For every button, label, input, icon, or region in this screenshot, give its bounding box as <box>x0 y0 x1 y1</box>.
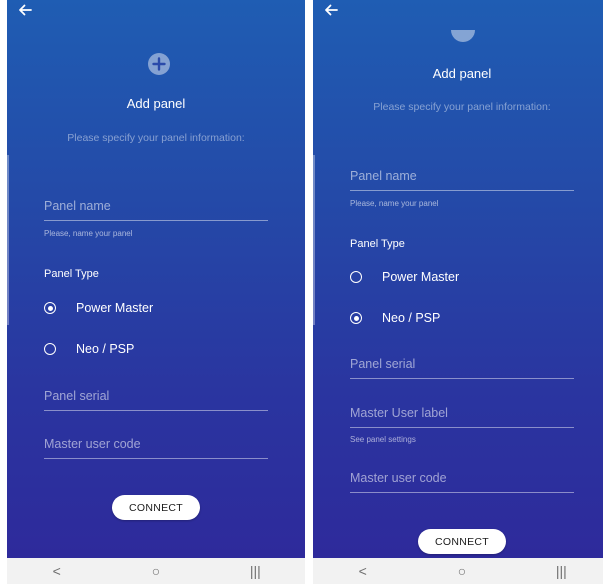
radio-label: Power Master <box>76 301 154 315</box>
android-nav-bar: < ○ ||| <box>7 558 305 584</box>
page-title: Add panel <box>126 96 186 111</box>
arrow-left-icon[interactable] <box>17 2 33 18</box>
panel-type-label: Panel Type <box>44 268 99 280</box>
panel-serial-input[interactable] <box>44 384 268 408</box>
add-panel-screen-left: Add panel Please specify your panel info… <box>7 0 305 558</box>
master-user-label-input[interactable] <box>350 401 574 425</box>
radio-label: Power Master <box>382 270 460 284</box>
scroll-indicator <box>313 155 315 325</box>
panel-name-input[interactable] <box>350 164 574 188</box>
panel-serial-input[interactable] <box>350 352 574 376</box>
master-user-code-input[interactable] <box>350 466 574 490</box>
plus-circle-icon <box>451 30 475 42</box>
plus-circle-icon <box>148 53 170 75</box>
radio-unchecked-icon[interactable] <box>44 343 56 355</box>
connect-button[interactable]: CONNECT <box>418 529 506 554</box>
master-user-code-input[interactable] <box>44 432 268 456</box>
radio-label: Neo / PSP <box>76 342 135 356</box>
page-title: Add panel <box>432 66 492 81</box>
master-user-code-field[interactable] <box>350 466 574 493</box>
radio-neo-psp[interactable]: Neo / PSP <box>350 309 440 327</box>
android-nav-bar: < ○ ||| <box>313 558 603 584</box>
nav-home-icon[interactable]: ○ <box>442 558 482 584</box>
radio-power-master[interactable]: Power Master <box>350 268 459 286</box>
panel-name-helper: Please, name your panel <box>350 199 439 208</box>
arrow-left-icon[interactable] <box>323 2 339 18</box>
panel-serial-field[interactable] <box>350 352 574 379</box>
panel-name-field[interactable] <box>44 194 268 221</box>
panel-name-field[interactable] <box>350 164 574 191</box>
nav-back-icon[interactable]: < <box>37 558 77 584</box>
master-user-label-field[interactable] <box>350 401 574 428</box>
radio-unchecked-icon[interactable] <box>350 271 362 283</box>
panel-type-label: Panel Type <box>350 238 405 250</box>
nav-back-icon[interactable]: < <box>343 558 383 584</box>
master-user-code-field[interactable] <box>44 432 268 459</box>
master-user-label-helper: See panel settings <box>350 435 416 444</box>
page-description: Please specify your panel information: <box>67 132 245 144</box>
radio-neo-psp[interactable]: Neo / PSP <box>44 340 134 358</box>
phone-right: Add panel Please specify your panel info… <box>313 0 603 584</box>
scroll-indicator <box>7 155 9 325</box>
add-panel-screen-right: Add panel Please specify your panel info… <box>313 0 603 558</box>
panel-name-helper: Please, name your panel <box>44 229 133 238</box>
connect-button[interactable]: CONNECT <box>112 495 200 520</box>
nav-recents-icon[interactable]: ||| <box>541 558 581 584</box>
radio-checked-icon[interactable] <box>44 302 56 314</box>
nav-home-icon[interactable]: ○ <box>136 558 176 584</box>
radio-checked-icon[interactable] <box>350 312 362 324</box>
panel-serial-field[interactable] <box>44 384 268 411</box>
phone-left: Add panel Please specify your panel info… <box>7 0 305 584</box>
page-description: Please specify your panel information: <box>373 101 551 113</box>
nav-recents-icon[interactable]: ||| <box>235 558 275 584</box>
radio-label: Neo / PSP <box>382 311 441 325</box>
panel-name-input[interactable] <box>44 194 268 218</box>
radio-power-master[interactable]: Power Master <box>44 299 153 317</box>
